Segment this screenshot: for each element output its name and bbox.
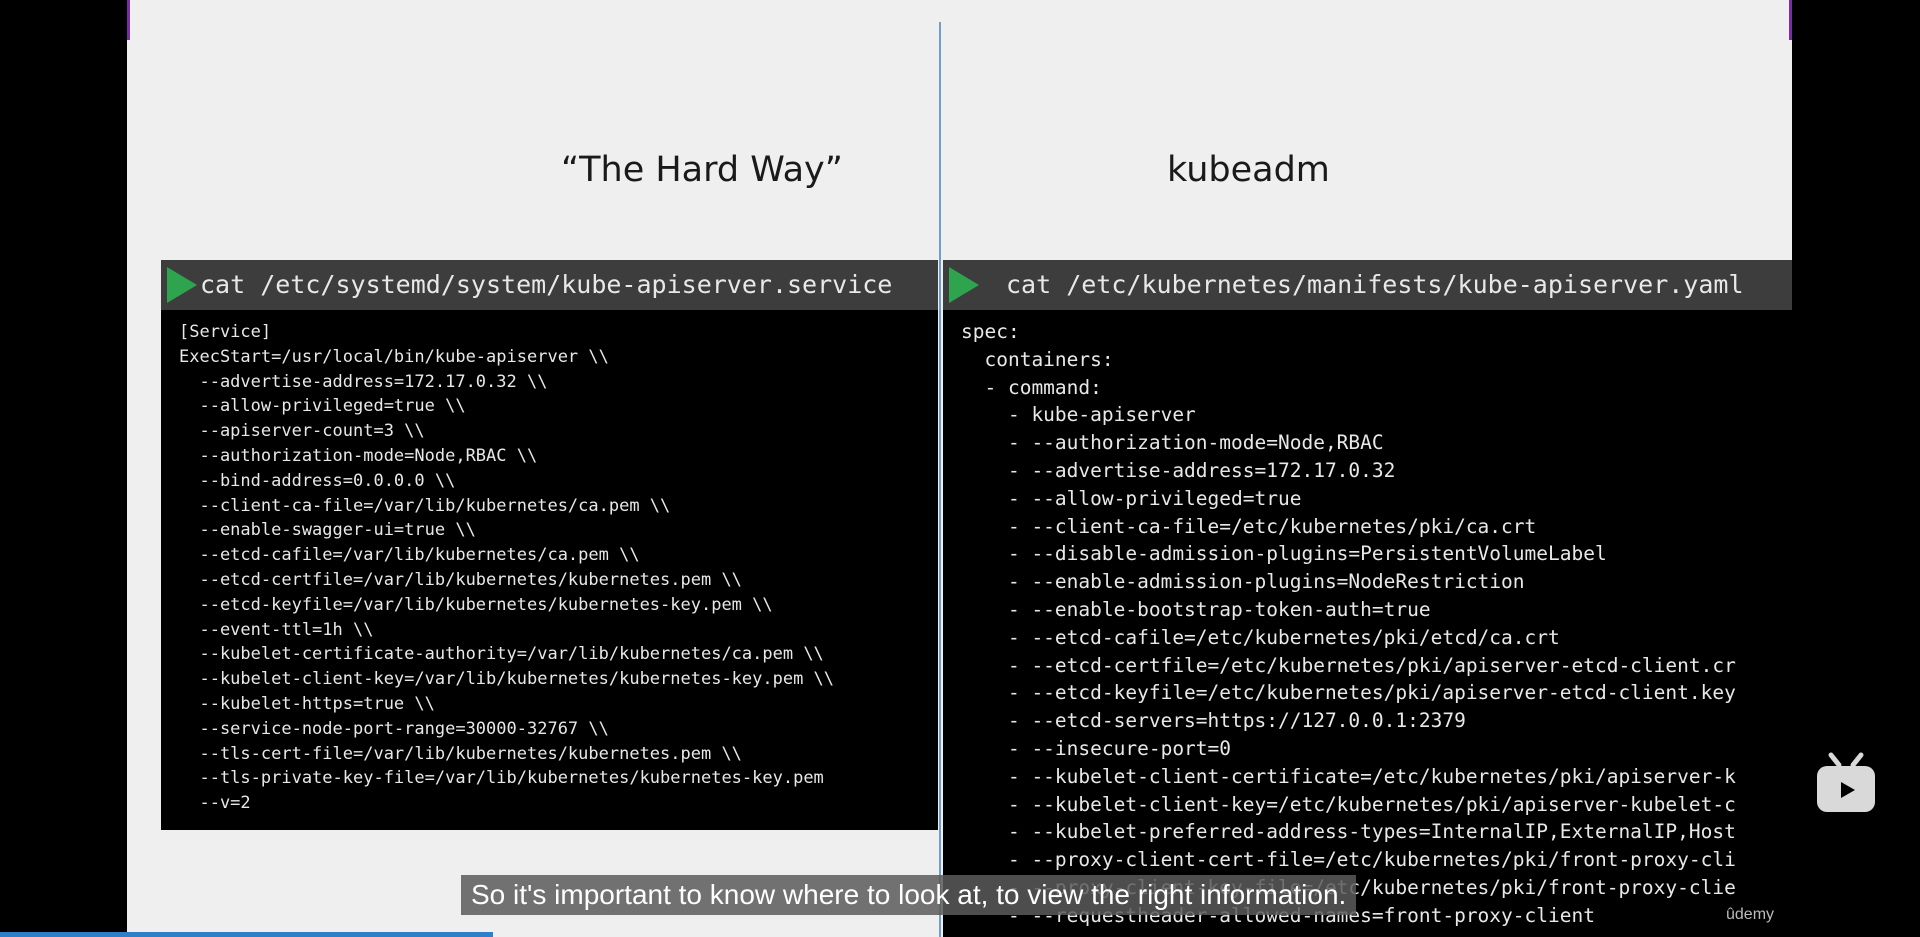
code-line: - --proxy-client-cert-file=/etc/kubernet…	[961, 848, 1736, 872]
code-line: --tls-private-key-file=/var/lib/kubernet…	[179, 768, 824, 789]
heading-hard-way: “The Hard Way”	[561, 150, 843, 190]
code-line: --apiserver-count=3 \\	[179, 421, 425, 442]
code-line: containers:	[961, 347, 1114, 371]
code-line: - --allow-privileged=true	[961, 486, 1302, 510]
frame-accent-left	[127, 0, 130, 40]
code-line: --bind-address=0.0.0.0 \\	[179, 470, 456, 491]
code-line: - --insecure-port=0	[961, 736, 1232, 760]
code-line: --client-ca-file=/var/lib/kubernetes/ca.…	[179, 495, 671, 516]
code-line: --etcd-cafile=/var/lib/kubernetes/ca.pem…	[179, 545, 640, 566]
code-line: --etcd-keyfile=/var/lib/kubernetes/kuber…	[179, 594, 773, 615]
code-line: - --enable-bootstrap-token-auth=true	[961, 597, 1431, 621]
right-command-bar: cat /etc/kubernetes/manifests/kube-apise…	[943, 260, 1792, 310]
code-line: --v=2	[179, 793, 251, 814]
code-line: --allow-privileged=true \\	[179, 396, 466, 417]
subtitle-caption: So it's important to know where to look …	[461, 875, 1357, 915]
code-line: ExecStart=/usr/local/bin/kube-apiserver …	[179, 346, 609, 367]
code-line: - --etcd-cafile=/etc/kubernetes/pki/etcd…	[961, 625, 1560, 649]
code-line: - --client-ca-file=/etc/kubernetes/pki/c…	[961, 514, 1537, 538]
code-line: - --authorization-mode=Node,RBAC	[961, 431, 1384, 455]
udemy-watermark: ûdemy	[1726, 906, 1775, 923]
tv-icon[interactable]	[1815, 752, 1877, 814]
play-triangle-icon	[167, 267, 197, 303]
code-line: --enable-swagger-ui=true \\	[179, 520, 476, 541]
frame-accent-right	[1789, 0, 1792, 40]
code-line: spec:	[961, 320, 1020, 343]
left-command-bar: cat /etc/systemd/system/kube-apiserver.s…	[161, 260, 938, 310]
heading-kubeadm: kubeadm	[1167, 150, 1330, 190]
code-line: --authorization-mode=Node,RBAC \\	[179, 445, 538, 466]
code-line: --tls-cert-file=/var/lib/kubernetes/kube…	[179, 743, 742, 764]
column-divider	[939, 22, 941, 937]
code-line: --event-ttl=1h \\	[179, 619, 374, 640]
code-line: --kubelet-certificate-authority=/var/lib…	[179, 644, 824, 665]
play-triangle-icon	[949, 267, 979, 303]
code-line: - --kubelet-preferred-address-types=Inte…	[961, 820, 1736, 844]
left-terminal-output: [Service] ExecStart=/usr/local/bin/kube-a…	[161, 310, 938, 830]
code-line: - --etcd-keyfile=/etc/kubernetes/pki/api…	[961, 681, 1736, 705]
code-line: --kubelet-client-key=/var/lib/kubernetes…	[179, 669, 835, 690]
code-line: - --advertise-address=172.17.0.32	[961, 458, 1396, 482]
code-line: - --enable-admission-plugins=NodeRestric…	[961, 570, 1525, 594]
video-progress-bar[interactable]	[0, 932, 494, 937]
code-line: - --kubelet-client-certificate=/etc/kube…	[961, 764, 1736, 788]
code-line: [Service]	[179, 322, 272, 342]
code-line: - command:	[961, 375, 1102, 399]
code-line: - --etcd-servers=https://127.0.0.1:2379	[961, 709, 1466, 733]
right-command-text: cat /etc/kubernetes/manifests/kube-apise…	[1006, 270, 1744, 299]
code-line: - --etcd-certfile=/etc/kubernetes/pki/ap…	[961, 653, 1736, 677]
code-line: --etcd-certfile=/var/lib/kubernetes/kube…	[179, 569, 742, 590]
code-line: - --kubelet-client-key=/etc/kubernetes/p…	[961, 792, 1736, 816]
left-command-text: cat /etc/systemd/system/kube-apiserver.s…	[200, 270, 893, 299]
code-line: --service-node-port-range=30000-32767 \\	[179, 718, 609, 739]
code-line: --kubelet-https=true \\	[179, 693, 435, 714]
code-line: - --disable-admission-plugins=Persistent…	[961, 542, 1607, 566]
code-line: - kube-apiserver	[961, 403, 1196, 427]
video-frame[interactable]: “The Hard Way” kubeadm cat /etc/systemd/…	[127, 0, 1792, 937]
code-line: --advertise-address=172.17.0.32 \\	[179, 371, 548, 392]
right-terminal-output: spec: containers: - command: - kube-apis…	[943, 310, 1792, 937]
